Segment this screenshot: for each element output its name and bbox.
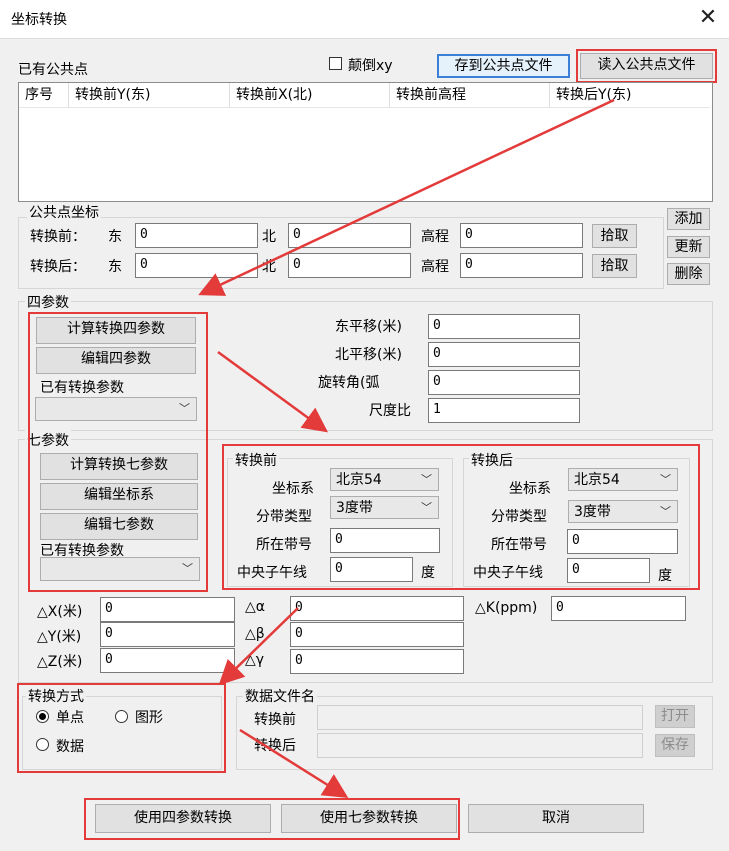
use-buttons-highlight xyxy=(84,798,460,840)
data-file-title: 数据文件名 xyxy=(243,686,317,706)
dgamma-label: △γ xyxy=(245,652,265,668)
before-label: 转换前： xyxy=(30,229,86,245)
north-shift-label: 北平移(米) xyxy=(335,347,402,363)
column-header[interactable]: 序号 xyxy=(19,83,69,107)
after-east-input[interactable]: 0 xyxy=(135,253,258,278)
before-east-input[interactable]: 0 xyxy=(135,223,258,248)
scale-input[interactable]: 1 xyxy=(428,398,580,423)
open-button[interactable]: 打开 xyxy=(655,705,695,728)
save-common-points-button[interactable]: 存到公共点文件 xyxy=(437,54,570,78)
height-label: 高程 xyxy=(421,259,449,275)
delete-button[interactable]: 删除 xyxy=(667,263,710,285)
point-coords-title: 公共点坐标 xyxy=(27,202,101,222)
param-buttons-highlight xyxy=(28,312,208,592)
dbeta-label: △β xyxy=(245,626,265,642)
north-shift-input[interactable]: 0 xyxy=(428,342,580,367)
before-north-input[interactable]: 0 xyxy=(288,223,411,248)
common-points-table[interactable]: 序号 转换前Y(东) 转换前X(北) 转换前高程 转换后Y(东) xyxy=(18,82,713,202)
rotation-label: 旋转角(弧 xyxy=(318,375,380,391)
after-height-input[interactable]: 0 xyxy=(460,253,583,278)
before-height-input[interactable]: 0 xyxy=(460,223,583,248)
dy-input[interactable]: 0 xyxy=(100,622,235,647)
column-header[interactable]: 转换前Y(东) xyxy=(69,83,230,107)
data-file-after-label: 转换后 xyxy=(254,738,296,754)
flip-xy-label: 颠倒xy xyxy=(348,58,393,74)
dx-input[interactable]: 0 xyxy=(100,597,235,622)
after-label: 转换后： xyxy=(30,259,86,275)
column-header[interactable]: 转换前高程 xyxy=(390,83,550,107)
flip-xy-checkbox[interactable] xyxy=(329,57,342,70)
east-label: 东 xyxy=(108,259,122,275)
north-label: 北 xyxy=(262,259,276,275)
dz-input[interactable]: 0 xyxy=(100,648,235,673)
dk-input[interactable]: 0 xyxy=(551,596,686,621)
dalpha-input[interactable]: 0 xyxy=(290,596,464,621)
height-label: 高程 xyxy=(421,229,449,245)
save-button[interactable]: 保存 xyxy=(655,734,695,757)
header-divider xyxy=(19,107,710,108)
dk-label: △K(ppm) xyxy=(475,600,538,616)
data-file-before-label: 转换前 xyxy=(254,712,296,728)
load-common-points-button[interactable]: 读入公共点文件 xyxy=(580,53,713,79)
dgamma-input[interactable]: 0 xyxy=(290,649,464,674)
mode-highlight xyxy=(17,683,226,773)
window-title: 坐标转换 xyxy=(11,12,67,28)
column-header[interactable]: 转换后Y(东) xyxy=(550,83,710,107)
dalpha-label: △α xyxy=(245,599,265,615)
rotation-input[interactable]: 0 xyxy=(428,370,580,395)
cancel-button[interactable]: 取消 xyxy=(468,804,644,833)
pick-before-button[interactable]: 拾取 xyxy=(592,224,637,248)
column-header[interactable]: 转换前X(北) xyxy=(230,83,390,107)
update-button[interactable]: 更新 xyxy=(667,236,710,258)
common-points-title: 已有公共点 xyxy=(18,62,88,78)
scale-label: 尺度比 xyxy=(369,403,411,419)
dx-label: △X(米) xyxy=(37,604,83,620)
dy-label: △Y(米) xyxy=(37,629,82,645)
east-shift-input[interactable]: 0 xyxy=(428,314,580,339)
north-label: 北 xyxy=(262,229,276,245)
east-label: 东 xyxy=(108,229,122,245)
pick-after-button[interactable]: 拾取 xyxy=(592,254,637,278)
close-icon[interactable]: ✕ xyxy=(695,4,721,32)
four-param-title: 四参数 xyxy=(25,292,71,312)
east-shift-label: 东平移(米) xyxy=(335,319,402,335)
after-north-input[interactable]: 0 xyxy=(288,253,411,278)
data-file-after-input[interactable] xyxy=(317,733,643,758)
data-file-before-input[interactable] xyxy=(317,705,643,730)
dz-label: △Z(米) xyxy=(37,654,83,670)
title-bar xyxy=(0,0,729,39)
dbeta-input[interactable]: 0 xyxy=(290,622,464,647)
coord-system-highlight xyxy=(222,444,700,590)
add-button[interactable]: 添加 xyxy=(667,208,710,230)
